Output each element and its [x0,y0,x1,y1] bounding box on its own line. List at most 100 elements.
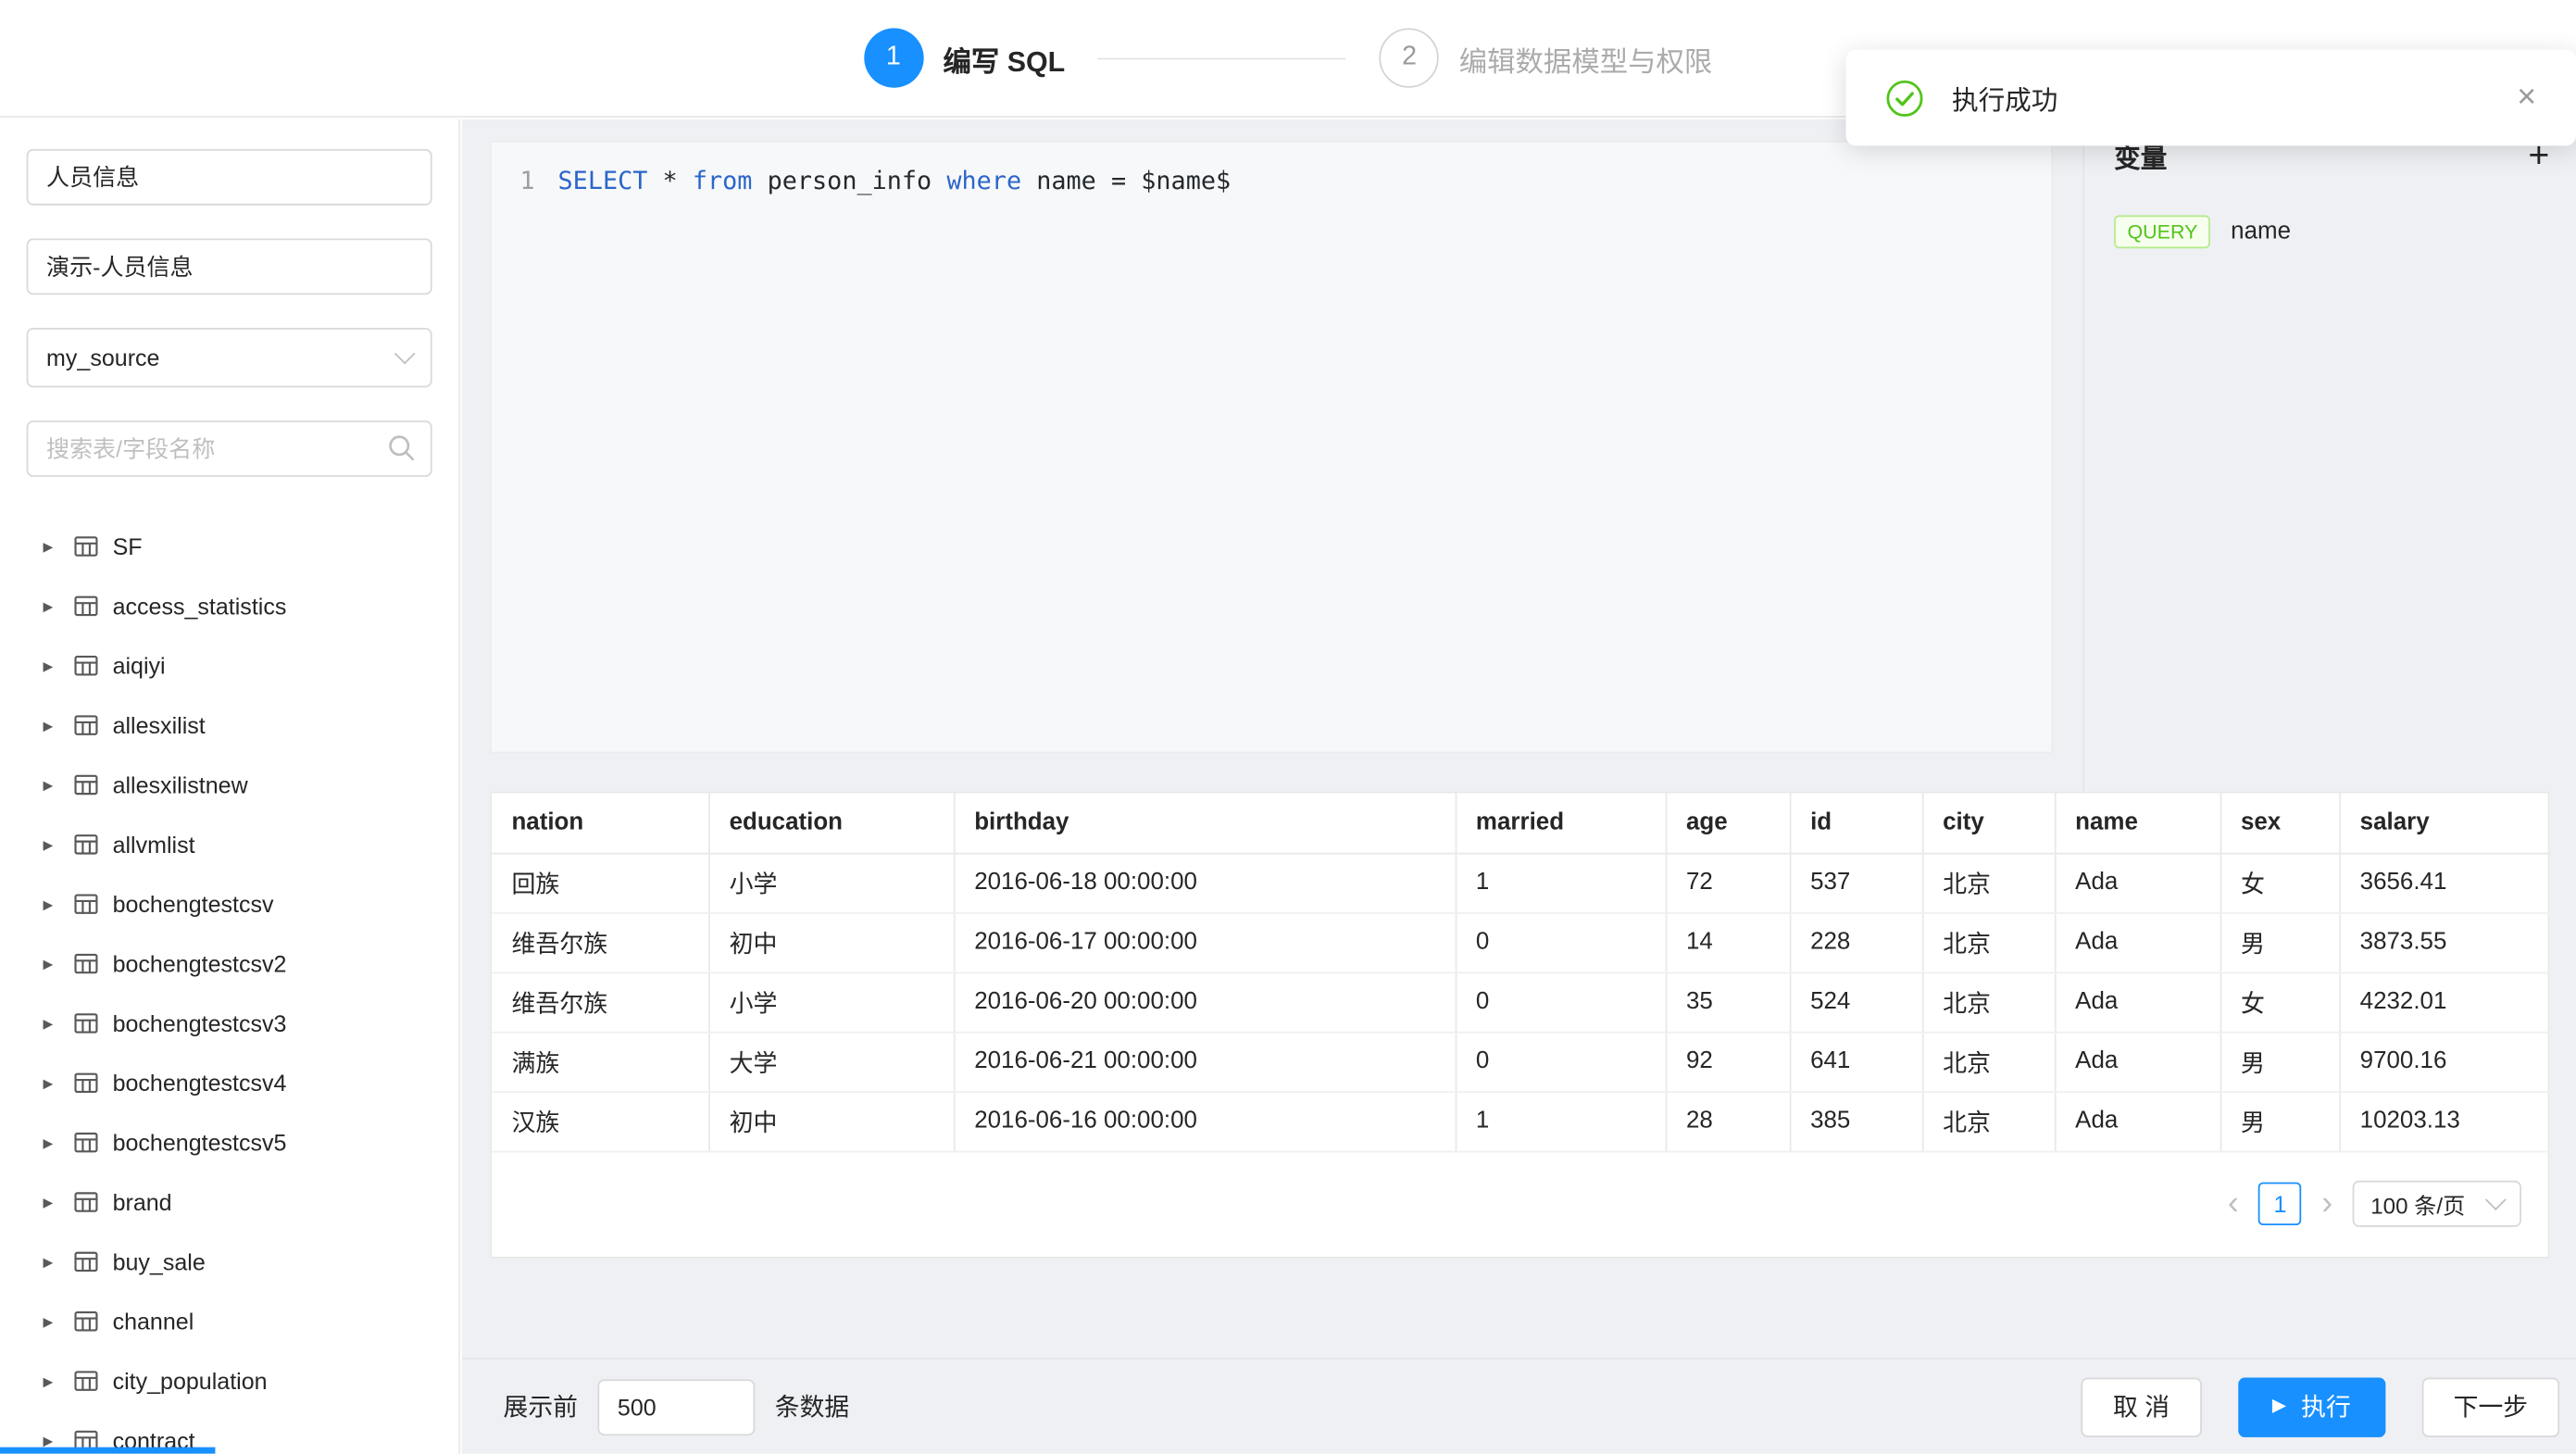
table-tree: ▸ SF ▸ access_statistics ▸ [0,517,458,1454]
tree-item-label: SF [113,533,143,560]
table-row: 回族小学2016-06-18 00:00:00172537北京Ada女3656.… [492,853,2551,912]
row-limit-input[interactable] [597,1378,755,1435]
tree-item-access_statistics[interactable]: ▸ access_statistics [0,576,458,635]
caret-right-icon: ▸ [43,1011,66,1034]
close-icon[interactable]: × [2517,81,2536,115]
tree-item-bochengtestcsv[interactable]: ▸ bochengtestcsv [0,874,458,934]
tree-item-bochengtestcsv2[interactable]: ▸ bochengtestcsv2 [0,934,458,993]
table-cell: 10203.13 [2339,1091,2551,1150]
table-search-input[interactable] [27,420,432,477]
column-header-education: education [708,793,954,852]
table-icon [73,1308,100,1335]
tree-item-channel[interactable]: ▸ channel [0,1292,458,1351]
check-circle-icon [1885,79,1923,117]
step-2-circle[interactable]: 2 [1380,28,1439,87]
tree-item-label: bochengtestcsv4 [113,1070,287,1097]
table-cell: Ada [2055,1032,2220,1091]
tree-item-SF[interactable]: ▸ SF [0,517,458,576]
table-row: 维吾尔族小学2016-06-20 00:00:00035524北京Ada女423… [492,972,2551,1032]
table-icon [73,533,100,560]
column-header-sex: sex [2220,793,2340,852]
tree-item-buy_sale[interactable]: ▸ buy_sale [0,1232,458,1291]
tree-item-bochengtestcsv5[interactable]: ▸ bochengtestcsv5 [0,1112,458,1172]
tree-item-label: bochengtestcsv2 [113,950,287,977]
table-cell: 28 [1666,1091,1790,1150]
tree-item-label: allesxilistnew [113,771,248,798]
caret-right-icon: ▸ [43,1310,66,1333]
tree-item-allvmlist[interactable]: ▸ allvmlist [0,815,458,874]
table-cell: 初中 [708,1091,954,1150]
current-page-button[interactable]: 1 [2258,1183,2301,1225]
model-display-name-input[interactable] [27,238,432,295]
table-cell: 小学 [708,853,954,912]
tree-item-brand[interactable]: ▸ brand [0,1172,458,1232]
caret-right-icon: ▸ [43,1250,66,1273]
table-icon [73,832,100,859]
pagination: ‹ 1 › 100 条/页 [492,1151,2548,1256]
chevron-down-icon [2485,1188,2507,1210]
table-icon [73,712,100,739]
app: 1 编写 SQL 2 编辑数据模型与权限 执行成功 × my_source [0,0,2576,1454]
tree-item-label: bochengtestcsv3 [113,1010,287,1037]
search-icon [387,433,415,461]
table-cell: 小学 [708,972,954,1032]
variables-panel: 变量 + QUERY name [2084,119,2576,792]
tree-item-label: aiqiyi [113,652,166,679]
tree-item-bochengtestcsv4[interactable]: ▸ bochengtestcsv4 [0,1053,458,1112]
table-cell: 男 [2220,912,2340,971]
code-token: from [693,166,753,195]
prev-page-icon[interactable]: ‹ [2224,1187,2242,1221]
next-page-icon[interactable]: › [2319,1187,2336,1221]
caret-right-icon: ▸ [43,534,66,558]
page-size-select[interactable]: 100 条/页 [2353,1181,2521,1227]
tree-item-allesxilistnew[interactable]: ▸ allesxilistnew [0,755,458,814]
table-cell: 0 [1456,1032,1666,1091]
tree-item-bochengtestcsv3[interactable]: ▸ bochengtestcsv3 [0,994,458,1053]
tree-item-allesxilist[interactable]: ▸ allesxilist [0,696,458,755]
column-header-name: name [2055,793,2220,852]
step-connector-line [1098,57,1346,59]
caret-right-icon: ▸ [43,595,66,618]
table-cell: 4232.01 [2339,972,2551,1032]
table-cell: 北京 [1922,1032,2055,1091]
datasource-select[interactable]: my_source [27,328,432,387]
table-search [27,420,432,477]
variable-type-tag: QUERY [2114,215,2211,248]
toast-message: 执行成功 [1952,78,2057,118]
table-cell: 维吾尔族 [492,972,708,1032]
tree-item-city_population[interactable]: ▸ city_population [0,1351,458,1410]
execute-button[interactable]: ▶ 执行 [2237,1377,2385,1436]
table-cell: 大学 [708,1032,954,1091]
footer-bar: 展示前 条数据 取 消 ▶ 执行 下一步 [462,1360,2576,1454]
tree-item-label: allvmlist [113,832,195,859]
table-cell: 女 [2220,853,2340,912]
step-1-circle[interactable]: 1 [864,28,923,87]
code-token: SELECT [558,166,648,195]
model-name-input[interactable] [27,149,432,206]
tree-item-aiqiyi[interactable]: ▸ aiqiyi [0,636,458,696]
table-cell: 0 [1456,972,1666,1032]
sql-editor[interactable]: 1 SELECT * from person_info where name =… [490,141,2053,754]
next-step-button[interactable]: 下一步 [2422,1377,2559,1436]
variable-item[interactable]: QUERY name [2114,215,2549,248]
caret-right-icon: ▸ [43,1072,66,1095]
table-cell: 1 [1456,853,1666,912]
table-cell: 男 [2220,1032,2340,1091]
table-cell: 2016-06-20 00:00:00 [954,972,1456,1032]
caret-right-icon: ▸ [43,952,66,975]
tree-item-label: access_statistics [113,593,287,620]
table-cell: 维吾尔族 [492,912,708,971]
table-icon [73,891,100,918]
cancel-button[interactable]: 取 消 [2082,1377,2201,1436]
code-token: name = $name$ [1021,166,1231,195]
table-cell: 1 [1456,1091,1666,1150]
table-header-row: nationeducationbirthdaymarriedageidcityn… [492,793,2551,852]
sidebar-horizontal-scrollbar[interactable] [0,1448,215,1454]
table-cell: 0 [1456,912,1666,971]
table-cell: 2016-06-17 00:00:00 [954,912,1456,971]
table-cell: 2016-06-21 00:00:00 [954,1032,1456,1091]
table-cell: 524 [1790,972,1922,1032]
table-cell: 3873.55 [2339,912,2551,971]
table-cell: 9700.16 [2339,1032,2551,1091]
table-icon [73,1129,100,1156]
